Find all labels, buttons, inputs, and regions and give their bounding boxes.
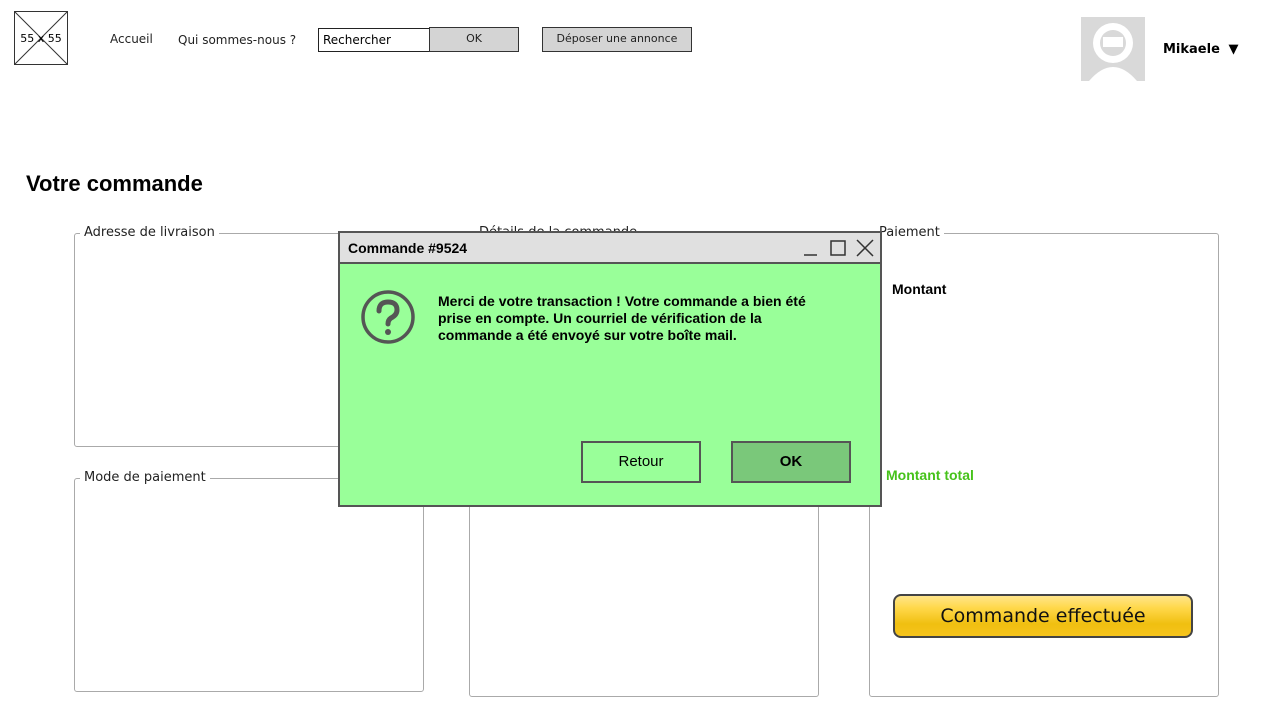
dialog-titlebar: Commande #9524 <box>340 233 880 264</box>
logo-placeholder: 55 x 55 <box>14 11 68 65</box>
payment-mode-panel <box>74 478 424 692</box>
back-button[interactable]: Retour <box>581 441 701 483</box>
search-ok-button[interactable]: OK <box>429 27 519 52</box>
delivery-address-legend: Adresse de livraison <box>80 225 219 240</box>
payment-mode-legend: Mode de paiement <box>80 470 210 485</box>
amount-label: Montant <box>892 281 947 297</box>
minimize-icon[interactable] <box>801 238 821 258</box>
caret-down-icon: ▼ <box>1228 42 1239 57</box>
nav-link-qui-sommes-nous[interactable]: Qui sommes-nous ? <box>178 33 296 47</box>
confirmation-dialog: Commande #9524 Merci de votre transactio… <box>338 231 882 507</box>
dialog-message: Merci de votre transaction ! Votre comma… <box>438 293 806 343</box>
page-title: Votre commande <box>26 171 203 196</box>
post-ad-button[interactable]: Déposer une annonce <box>542 27 692 52</box>
maximize-icon[interactable] <box>828 238 848 258</box>
search-input[interactable] <box>318 28 430 52</box>
logo-placeholder-label: 55 x 55 <box>20 32 62 45</box>
user-menu[interactable]: Mikaele ▼ <box>1163 42 1238 57</box>
user-name: Mikaele <box>1163 42 1220 57</box>
total-amount-label: Montant total <box>886 467 974 483</box>
user-avatar-icon <box>1089 23 1137 81</box>
payment-legend: Paiement <box>875 225 944 240</box>
close-icon[interactable] <box>855 238 875 258</box>
dialog-title: Commande #9524 <box>348 240 468 256</box>
dialog-ok-button[interactable]: OK <box>731 441 851 483</box>
question-circle-icon <box>360 289 416 349</box>
order-completed-button[interactable]: Commande effectuée <box>893 594 1193 638</box>
avatar[interactable] <box>1081 17 1145 81</box>
nav-link-accueil[interactable]: Accueil <box>110 32 153 46</box>
